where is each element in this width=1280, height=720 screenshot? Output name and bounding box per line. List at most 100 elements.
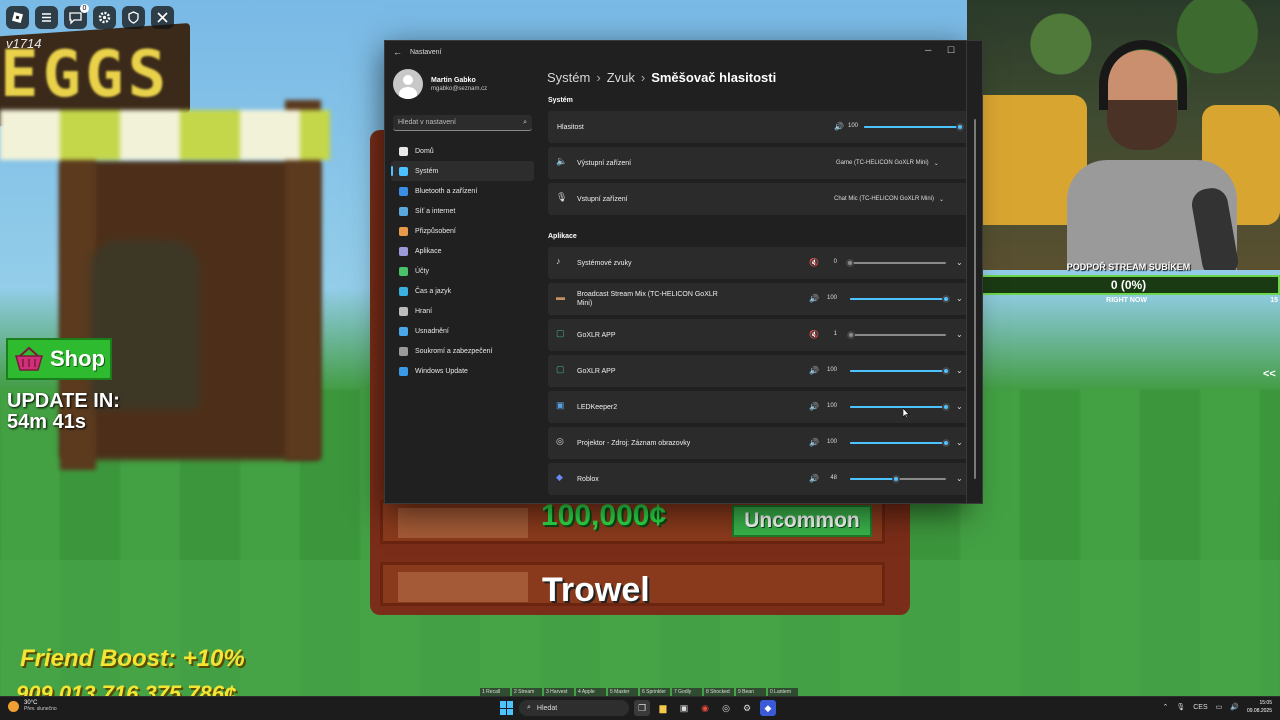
app-volume-slider[interactable] [850, 439, 950, 447]
basket-icon [15, 346, 43, 371]
speaker-icon[interactable]: 🔊 [809, 402, 819, 411]
slider-knob[interactable] [942, 295, 950, 303]
nav-item-7[interactable]: Čas a jazyk [391, 281, 534, 301]
friend-boost: Friend Boost: +10% [20, 645, 245, 672]
taskbar-apps: ⌕ Hledat ❐ ▆ ▣ ◉ ◎ ⚙ ◆ [500, 700, 776, 716]
nav-item-5[interactable]: Aplikace [391, 241, 534, 261]
update-icon [399, 366, 408, 376]
collapse-arrow[interactable]: << [1263, 368, 1276, 380]
taskbar-search[interactable]: ⌕ Hledat [519, 700, 629, 716]
slider-fill [850, 478, 897, 480]
hotbar-slot[interactable]: 4 Apple [576, 688, 606, 696]
nav-item-4[interactable]: Přizpůsobení [391, 221, 534, 241]
output-device-dropdown[interactable]: Game (TC-HELICON GoXLR Mini) ⌄ [836, 147, 939, 179]
chevron-down-icon[interactable]: ⌄ [956, 258, 963, 267]
app-volume-slider[interactable] [850, 295, 950, 303]
speaker-icon[interactable]: 🔊 [809, 294, 819, 303]
nav-item-8[interactable]: Hraní [391, 301, 534, 321]
chevron-down-icon[interactable]: ⌄ [956, 330, 963, 339]
app-volume-row: ◆ Roblox 🔊 48 ⌄ [548, 463, 966, 495]
nav-item-10[interactable]: Soukromí a zabezpečení [391, 341, 534, 361]
task-view-icon[interactable]: ❐ [634, 700, 650, 716]
settings-gear-icon[interactable]: ⚙ [739, 700, 755, 716]
chevron-down-icon[interactable]: ⌄ [956, 402, 963, 411]
menu-icon[interactable] [35, 6, 58, 29]
hotbar-slot[interactable]: 5 Master [608, 688, 638, 696]
tools-icon[interactable] [151, 6, 174, 29]
shop-button[interactable]: Shop [6, 338, 112, 380]
settings-scrollbar[interactable] [967, 40, 983, 504]
nav-item-2[interactable]: Bluetooth a zařízení [391, 181, 534, 201]
hotbar-slot-label: Stream [518, 689, 535, 695]
nav-item-label: Domů [415, 147, 434, 155]
hotbar-slot[interactable]: 7 Godly [672, 688, 702, 696]
slider-knob[interactable] [942, 367, 950, 375]
chat-icon[interactable]: 0 [64, 4, 89, 29]
hotbar-slot[interactable]: 3 Harvest [544, 688, 574, 696]
clock[interactable]: 15:05 09.08.2025 [1247, 699, 1272, 715]
speaker-icon[interactable]: 🔊 [809, 366, 819, 375]
app-volume-slider[interactable] [850, 367, 950, 375]
nav-item-11[interactable]: Windows Update [391, 361, 534, 381]
slider-knob[interactable] [846, 331, 855, 339]
hotbar-slot[interactable]: 9 Bean [736, 688, 766, 696]
app-volume-slider[interactable] [850, 403, 950, 411]
hotbar-slot[interactable]: 6 Sprinkler [640, 688, 670, 696]
hotbar-slot[interactable]: 0 Lantern [768, 688, 798, 696]
hotbar-slot[interactable]: 8 Shocked [704, 688, 734, 696]
titlebar: ← Nastavení [385, 41, 966, 63]
slider-knob[interactable] [892, 475, 901, 483]
input-device-row: 🎙 Vstupní zařízení Chat Mic (TC-HELICON … [548, 183, 966, 215]
settings-search-input[interactable]: Hledat v nastavení ⌕ [393, 115, 532, 131]
lang-indicator[interactable]: CES [1193, 704, 1207, 711]
slider-knob[interactable] [846, 259, 854, 267]
nav-item-6[interactable]: Účty [391, 261, 534, 281]
roblox-icon[interactable] [6, 6, 29, 29]
sun-icon [8, 700, 19, 712]
minimize-icon[interactable]: ─ [925, 45, 931, 55]
microphone-icon[interactable]: 🎙 [1176, 703, 1185, 711]
speaker-icon[interactable]: 🔊 [834, 122, 844, 131]
hotbar-slot[interactable]: 1 Recall [480, 688, 510, 696]
app-volume-slider[interactable] [850, 475, 946, 483]
chrome-icon[interactable]: ◉ [697, 700, 713, 716]
start-icon[interactable] [500, 701, 514, 715]
nav-item-9[interactable]: Usnadnění [391, 321, 534, 341]
master-volume-slider[interactable] [864, 123, 964, 131]
slider-knob[interactable] [942, 439, 950, 447]
slider-knob[interactable] [942, 403, 950, 411]
breadcrumb-system[interactable]: Systém [547, 70, 590, 85]
obs-icon[interactable]: ◎ [718, 700, 734, 716]
store-icon[interactable]: ▣ [676, 700, 692, 716]
gear-icon[interactable] [93, 6, 116, 29]
app-volume-slider[interactable] [846, 331, 946, 339]
chevron-down-icon[interactable]: ⌄ [956, 366, 963, 375]
mute-icon[interactable]: 🔇 [809, 258, 819, 267]
network-icon[interactable]: ▭ [1216, 703, 1223, 711]
slider-knob[interactable] [956, 123, 964, 131]
speaker-icon[interactable]: 🔊 [809, 438, 819, 447]
chevron-up-icon[interactable]: ⌃ [1162, 703, 1168, 711]
nav-item-0[interactable]: Domů [391, 141, 534, 161]
chevron-down-icon[interactable]: ⌄ [956, 294, 963, 303]
chevron-down-icon[interactable]: ⌄ [956, 474, 963, 483]
scrollbar-thumb[interactable] [974, 119, 976, 479]
input-device-dropdown[interactable]: Chat Mic (TC-HELICON GoXLR Mini) ⌄ [834, 183, 944, 215]
breadcrumb-sound[interactable]: Zvuk [607, 70, 635, 85]
weather-widget[interactable]: 30°C Přev. slunečno [8, 700, 57, 712]
profile-card[interactable]: Martin Gabko mgabko@seznam.cz [385, 63, 540, 105]
chevron-down-icon[interactable]: ⌄ [956, 438, 963, 447]
app-volume-slider[interactable] [846, 259, 946, 267]
volume-icon[interactable]: 🔊 [1230, 703, 1239, 711]
back-arrow-icon[interactable]: ← [393, 47, 402, 57]
speaker-icon[interactable]: 🔊 [809, 474, 819, 483]
app-label: LEDKeeper2 [577, 403, 618, 411]
roblox-taskbar-icon[interactable]: ◆ [760, 700, 776, 716]
hotbar-slot[interactable]: 2 Stream [512, 688, 542, 696]
maximize-icon[interactable]: ☐ [947, 45, 955, 56]
file-explorer-icon[interactable]: ▆ [655, 700, 671, 716]
mute-icon[interactable]: 🔇 [809, 330, 819, 339]
nav-item-3[interactable]: Síť a internet [391, 201, 534, 221]
shield-icon[interactable] [122, 6, 145, 29]
nav-item-1[interactable]: Systém [391, 161, 534, 181]
